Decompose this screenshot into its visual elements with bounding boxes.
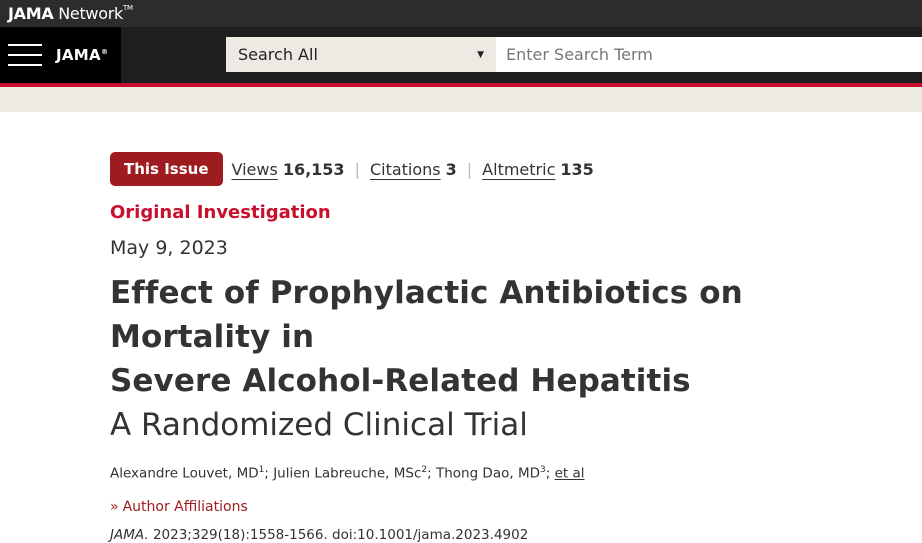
site-header: JAMA® Search All ▼ xyxy=(0,27,922,83)
citation-ref: 2023;329(18):1558-1566. doi:10.1001/jama… xyxy=(152,526,529,543)
network-brand: JAMA xyxy=(8,4,54,23)
jama-logo[interactable]: JAMA® xyxy=(56,46,108,64)
author-affiliation-ref: 2 xyxy=(421,465,428,475)
article-subtitle: A Randomized Clinical Trial xyxy=(110,407,528,443)
search-scope-label: Search All xyxy=(238,45,318,64)
metric-separator: | xyxy=(354,159,360,179)
citations-link[interactable]: Citations xyxy=(370,160,441,179)
metric-citations: Citations 3 xyxy=(370,160,457,179)
jama-logo-text: JAMA xyxy=(56,46,101,64)
jama-network-logo[interactable]: JAMA NetworkTM xyxy=(8,4,133,23)
search-input[interactable] xyxy=(496,37,922,72)
trademark: TM xyxy=(122,4,133,12)
citations-value: 3 xyxy=(445,159,457,179)
author-affiliations-toggle[interactable]: » Author Affiliations xyxy=(110,499,902,515)
affiliations-label: Author Affiliations xyxy=(122,498,248,515)
altmetric-link[interactable]: Altmetric xyxy=(482,160,555,179)
metric-views: Views 16,153 xyxy=(232,160,345,179)
network-word: Network xyxy=(58,4,123,23)
article-type: Original Investigation xyxy=(110,202,331,223)
citation-line: JAMA. 2023;329(18):1558-1566. doi:10.100… xyxy=(110,527,902,543)
dropdown-arrow-icon: ▼ xyxy=(477,49,484,60)
article-metrics-row: This Issue Views 16,153 | Citations 3 | … xyxy=(110,152,902,186)
metric-altmetric: Altmetric 135 xyxy=(482,160,594,179)
author-name[interactable]: Alexandre Louvet, MD xyxy=(110,466,259,482)
author-name[interactable]: Thong Dao, MD xyxy=(436,466,540,482)
chevron-right-icon: » xyxy=(110,498,119,515)
author-name[interactable]: Julien Labreuche, MSc xyxy=(273,466,421,482)
author-affiliation-ref: 3 xyxy=(540,465,546,475)
title-line-2: Severe Alcohol-Related Hepatitis xyxy=(110,363,691,399)
gray-band xyxy=(0,87,922,112)
journal-abbrev: JAMA. xyxy=(110,526,149,543)
metric-separator: | xyxy=(466,159,473,179)
altmetric-value: 135 xyxy=(560,159,594,179)
publication-date: May 9, 2023 xyxy=(110,237,228,259)
registered-mark: ® xyxy=(100,48,109,56)
hamburger-menu-icon[interactable] xyxy=(8,44,42,66)
views-value: 16,153 xyxy=(282,159,345,179)
article-title: Effect of Prophylactic Antibiotics on Mo… xyxy=(110,271,902,403)
title-line-1: Effect of Prophylactic Antibiotics on Mo… xyxy=(110,275,743,355)
author-affiliation-ref: 1 xyxy=(258,465,265,475)
menu-block: JAMA® xyxy=(0,27,121,83)
author-list: Alexandre Louvet, MD1; Julien Labreuche,… xyxy=(110,465,585,482)
search-scope-select[interactable]: Search All ▼ xyxy=(226,37,496,72)
views-link[interactable]: Views xyxy=(232,160,278,179)
article-header: This Issue Views 16,153 | Citations 3 | … xyxy=(110,152,902,543)
this-issue-button[interactable]: This Issue xyxy=(110,152,223,186)
network-topbar: JAMA NetworkTM xyxy=(0,0,922,27)
et-al-link[interactable]: et al xyxy=(555,466,585,482)
